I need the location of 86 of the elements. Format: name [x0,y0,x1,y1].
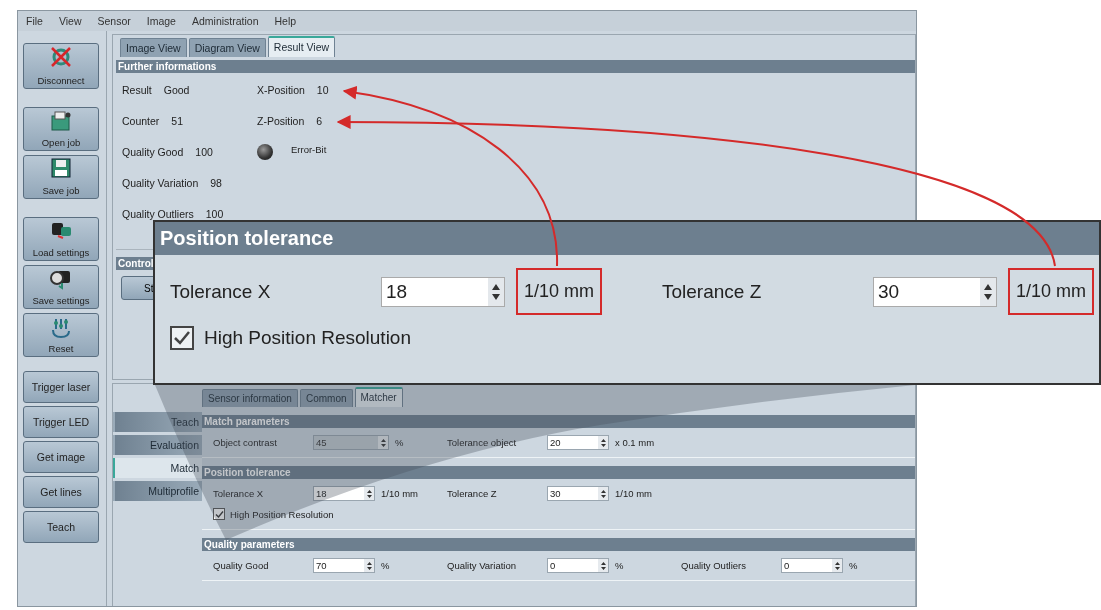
info-label: Quality Variation [122,177,199,189]
checkbox-label: High Position Resolution [230,508,334,520]
info-label: X-Position [257,84,305,96]
menu-item[interactable]: Image [146,15,176,27]
sidebar-button[interactable]: Get lines [23,476,99,508]
info-value: 10 [316,84,329,96]
menu-item[interactable]: View [58,15,82,27]
folder-icon [50,110,72,132]
sliders-icon [49,316,73,340]
field-label: Tolerance X [213,488,265,499]
number-field[interactable]: 20 [547,435,609,450]
section-header: Further informations [116,60,915,73]
section-header: Match parameters [202,415,915,428]
unit-label: % [395,437,404,448]
number-field[interactable]: 0 [781,558,843,573]
spin-arrows-icon[interactable] [365,488,373,499]
menu-item[interactable]: File [26,15,43,27]
unit-label: % [615,560,624,571]
sidebar-button[interactable]: Save settings [23,265,99,309]
spin-arrows-icon[interactable] [599,437,607,448]
info-label: Quality Good [122,146,184,158]
spin-arrows-icon[interactable] [833,560,841,571]
info-value: 100 [195,146,213,158]
unit-label: % [381,560,390,571]
checkbox[interactable] [213,508,225,520]
unit-label: 1/10 mm [516,268,602,315]
unit-label: 1/10 mm [615,488,652,499]
led-label: Error-Bit [291,143,327,155]
field-label: Tolerance object [447,437,518,448]
checkbox-label: High Position Resolution [204,327,411,349]
info-label: Quality Outliers [122,208,194,220]
section-header: Position tolerance [202,466,915,479]
info-label: Counter [122,115,160,127]
number-field[interactable]: 18 [313,486,375,501]
menu-item[interactable]: Sensor [97,15,131,27]
number-field[interactable]: 18 [381,276,505,307]
sidebar-button[interactable]: Disconnect [23,43,99,89]
section-header: Quality parameters [202,538,915,551]
info-value: 6 [316,115,323,127]
unit-label: x 0.1 mm [615,437,655,448]
sidebar-button[interactable]: Trigger laser [23,371,99,403]
sidebar-button[interactable]: Reset [23,313,99,357]
sidebar-button[interactable]: Get image [23,441,99,473]
camera-icon [49,220,73,240]
field-label: Tolerance Z [447,488,498,499]
view-tab[interactable]: Image View [120,38,187,57]
number-field[interactable]: 0 [547,558,609,573]
unit-label: 1/10 mm [1008,268,1094,315]
info-label: Z-Position [257,115,305,127]
spin-arrows-icon[interactable] [599,560,607,571]
menu-item[interactable]: Help [274,15,297,27]
field-label: Quality Variation [447,560,517,571]
field-label: Quality Outliers [681,560,747,571]
field-label: Object contrast [213,437,278,448]
field-label: Tolerance Z [662,280,763,303]
settings-tab[interactable]: Matcher [354,387,403,407]
category-tab[interactable]: Match [113,458,202,478]
field-label: Quality Good [213,560,270,571]
info-value: 98 [210,177,222,189]
number-field[interactable]: 30 [873,276,997,307]
sidebar-button[interactable]: Save job [23,155,99,199]
status-led-icon [257,144,273,160]
checkbox[interactable] [170,326,194,350]
category-tab[interactable]: Multiprofile [113,481,202,501]
sidebar-button[interactable]: Open job [23,107,99,151]
category-tab[interactable]: Evaluation [113,435,202,455]
unit-label: 1/10 mm [381,488,418,499]
info-label: Result [122,84,152,96]
info-value: 100 [205,208,224,220]
spin-arrows-icon[interactable] [365,560,373,571]
camera-icon [49,268,73,290]
sidebar-button[interactable]: Teach [23,511,99,543]
spin-arrows-icon[interactable] [599,488,607,499]
field-label: Tolerance X [170,280,272,303]
sidebar-button[interactable]: Trigger LED [23,406,99,438]
number-field[interactable]: 70 [313,558,375,573]
section-header: Position tolerance [155,222,1099,255]
info-value: 51 [171,115,184,127]
view-tab[interactable]: Diagram View [188,38,266,57]
unit-label: % [849,560,858,571]
number-field[interactable]: 30 [547,486,609,501]
info-value: Good [163,84,190,96]
sidebar-button[interactable]: Load settings [23,217,99,261]
view-tab[interactable]: Result View [267,36,336,57]
disconnect-icon [48,46,74,68]
menu-item[interactable]: Administration [191,15,259,27]
